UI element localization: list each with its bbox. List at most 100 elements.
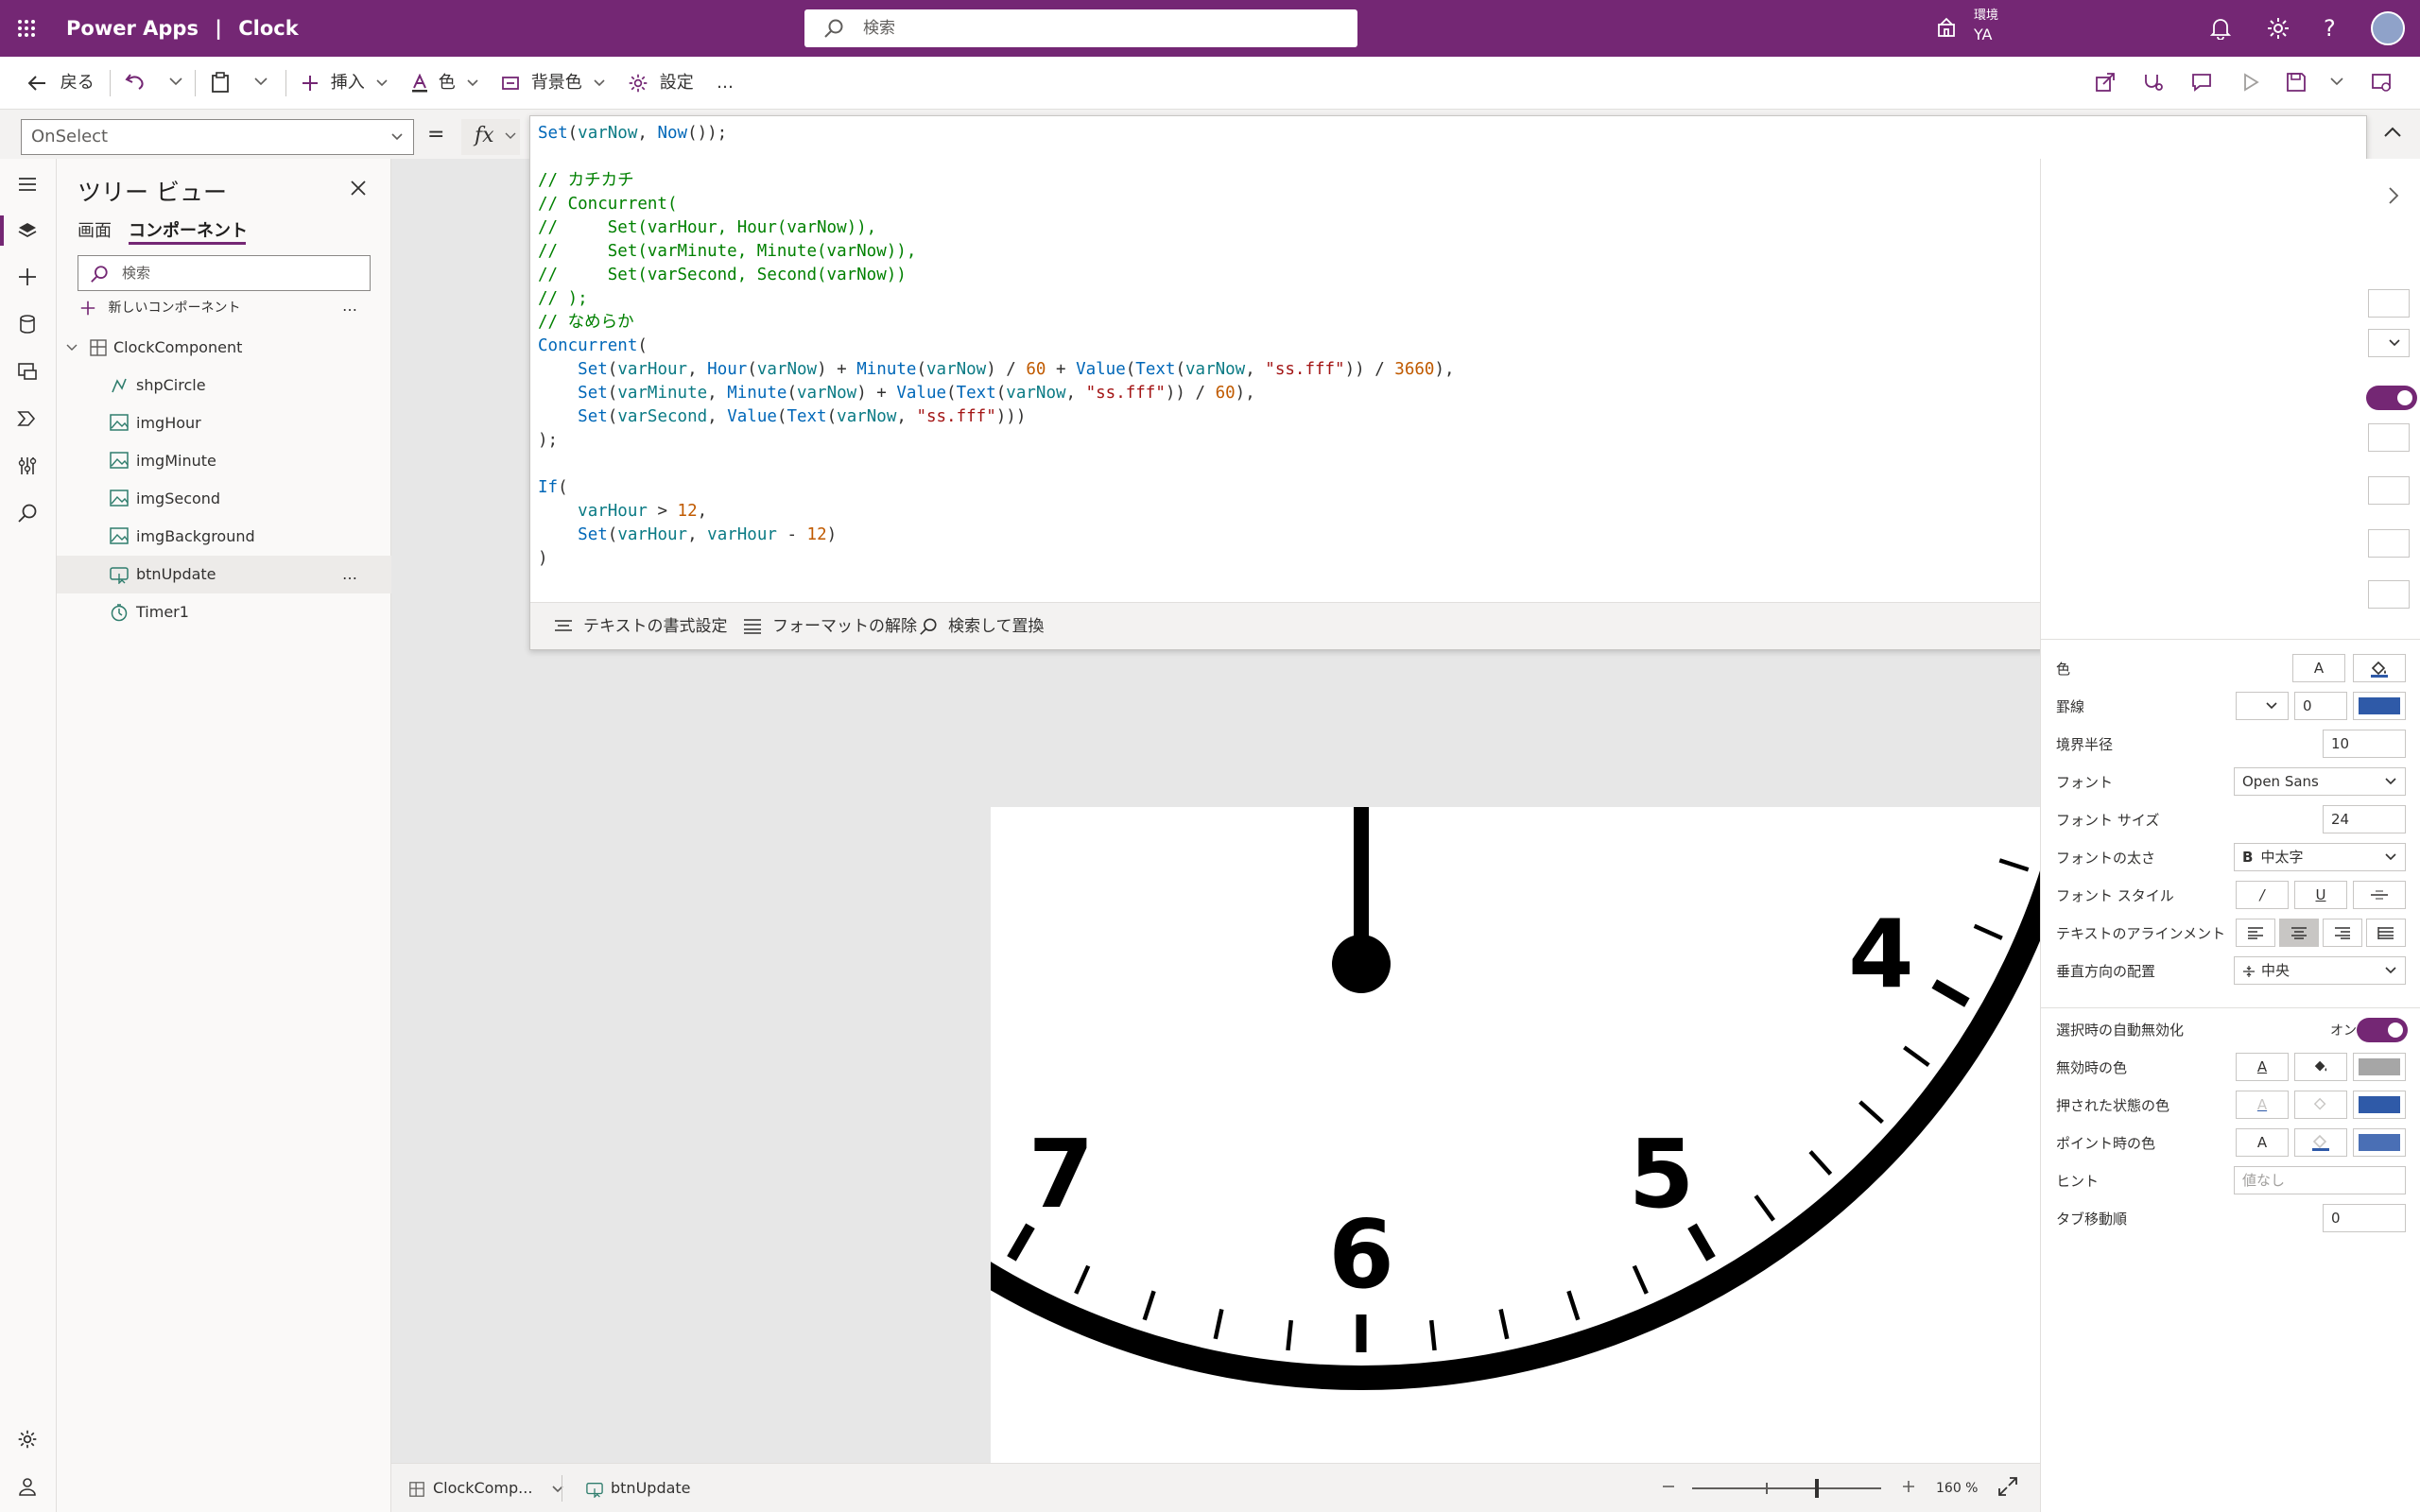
power-automate-icon[interactable] [17,408,38,429]
environment-icon[interactable] [1936,17,1957,38]
font-size-input[interactable]: 24 [2323,805,2406,833]
vertical-align-dropdown[interactable]: 中央 [2234,956,2406,985]
save-options-chevron-icon[interactable] [2329,72,2344,94]
settings-gear-icon[interactable] [17,1429,38,1450]
user-avatar[interactable] [2371,11,2405,45]
hover-border-color-button[interactable] [2353,1128,2406,1157]
share-icon[interactable] [2095,72,2116,94]
hidden-property-field[interactable] [2368,580,2410,609]
tab-screens[interactable]: 画面 [78,217,112,242]
hidden-property-dropdown[interactable] [2368,329,2410,357]
tree-search-input[interactable]: 検索 [78,255,371,291]
new-component-button[interactable]: 新しいコンポーネント [79,299,240,318]
node-more-options[interactable]: … [342,556,357,593]
tree-node-imgbackground[interactable]: imgBackground [57,518,391,556]
zoom-out-button[interactable] [1660,1475,1677,1498]
component-more-options[interactable]: … [342,297,357,315]
property-selector[interactable]: OnSelect [21,119,414,155]
preview-play-icon[interactable] [2240,72,2261,94]
tree-node-timer1[interactable]: Timer1 [57,593,391,631]
text-color-button[interactable]: A [2292,654,2345,682]
breadcrumb-screen[interactable]: ClockComp... [408,1479,564,1498]
background-color-button[interactable]: 背景色 [501,72,606,94]
app-checker-icon[interactable] [2142,72,2163,94]
data-database-icon[interactable] [17,314,38,335]
font-weight-dropdown[interactable]: B 中太字 [2234,843,2406,871]
fill-color-button[interactable] [2353,654,2406,682]
clock-component-preview[interactable]: 3456789 [991,807,2202,1512]
notifications-icon[interactable] [2210,17,2231,40]
tree-node-imgminute[interactable]: imgMinute [57,442,391,480]
zoom-in-button[interactable] [1900,1475,1917,1498]
align-justify-button[interactable] [2366,919,2406,947]
chevron-down-icon[interactable] [66,343,78,352]
border-thickness-input[interactable]: 0 [2294,692,2347,720]
tree-node-clockcomponent[interactable]: ClockComponent [57,329,391,367]
remove-formatting-button[interactable]: フォーマットの解除 [742,616,917,637]
auto-disable-toggle[interactable] [2357,1018,2408,1042]
underline-button[interactable]: U [2294,881,2347,909]
app-launcher-icon[interactable] [17,19,36,38]
hidden-property-toggle[interactable] [2366,386,2417,410]
pressed-fill-color-button[interactable] [2294,1091,2347,1119]
undo-button[interactable] [125,72,146,94]
settings-button[interactable]: 設定 [628,72,694,94]
search-icon[interactable] [17,503,38,524]
border-radius-input[interactable]: 10 [2323,730,2406,758]
color-button[interactable]: 色 [410,72,479,94]
save-icon[interactable] [2286,72,2307,94]
border-color-button[interactable] [2353,692,2406,720]
align-right-button[interactable] [2323,919,2362,947]
media-icon[interactable] [17,361,38,382]
tab-components[interactable]: コンポーネント [129,217,248,242]
align-left-button[interactable] [2236,919,2275,947]
variables-icon[interactable] [17,455,38,476]
hidden-property-field[interactable] [2368,476,2410,505]
insert-plus-icon[interactable] [17,266,38,287]
pressed-text-color-button[interactable]: A [2236,1091,2289,1119]
hover-text-color-button[interactable]: A [2236,1128,2289,1157]
font-dropdown[interactable]: Open Sans [2234,767,2406,796]
formula-code[interactable]: Set(varNow, Now()); // カチカチ // Concurrent… [538,122,1455,571]
settings-gear-icon[interactable] [2266,16,2290,41]
tree-node-btnupdate[interactable]: btnUpdate … [57,556,391,593]
zoom-slider-thumb[interactable] [1815,1479,1819,1498]
environment-switcher[interactable]: 環境 YA [1974,7,1998,44]
italic-button[interactable]: / [2236,881,2289,909]
hover-fill-color-button[interactable] [2294,1128,2347,1157]
expand-panel-chevron-icon[interactable] [2387,185,2400,206]
disabled-fill-color-button[interactable] [2294,1053,2347,1081]
hint-input[interactable]: 値なし [2234,1166,2406,1194]
hidden-property-field[interactable] [2368,289,2410,318]
more-commands-button[interactable]: … [717,72,734,94]
function-button[interactable]: fx [461,119,520,155]
collapse-formula-bar-icon[interactable] [2382,125,2403,140]
paste-button[interactable] [210,72,231,94]
disabled-text-color-button[interactable]: A [2236,1053,2289,1081]
close-icon[interactable] [350,180,367,197]
strikethrough-button[interactable] [2353,881,2406,909]
virtual-agent-icon[interactable] [17,1476,38,1497]
menu-hamburger-icon[interactable] [17,176,38,193]
paste-dropdown-chevron-icon[interactable] [253,72,268,94]
comments-icon[interactable] [2191,72,2212,94]
zoom-slider[interactable] [1692,1487,1881,1489]
border-style-dropdown[interactable] [2236,692,2289,720]
global-search-input[interactable]: 検索 [804,9,1357,47]
hidden-property-field[interactable] [2368,423,2410,452]
help-icon[interactable]: ? [2324,15,2336,42]
publish-icon[interactable] [2371,72,2392,94]
align-center-button[interactable] [2279,919,2319,947]
tree-node-shpcircle[interactable]: shpCircle [57,367,391,404]
pressed-border-color-button[interactable] [2353,1091,2406,1119]
fit-to-window-icon[interactable] [1996,1475,2019,1498]
format-text-button[interactable]: テキストの書式設定 [553,616,728,637]
disabled-border-color-button[interactable] [2353,1053,2406,1081]
tree-node-imgsecond[interactable]: imgSecond [57,480,391,518]
insert-button[interactable]: 挿入 [301,72,389,94]
undo-dropdown-chevron-icon[interactable] [168,72,183,94]
breadcrumb-control[interactable]: btnUpdate [586,1479,691,1498]
hidden-property-field[interactable] [2368,529,2410,558]
find-replace-button[interactable]: 検索して置換 [918,616,1045,637]
tree-view-layers-icon[interactable] [17,221,38,240]
